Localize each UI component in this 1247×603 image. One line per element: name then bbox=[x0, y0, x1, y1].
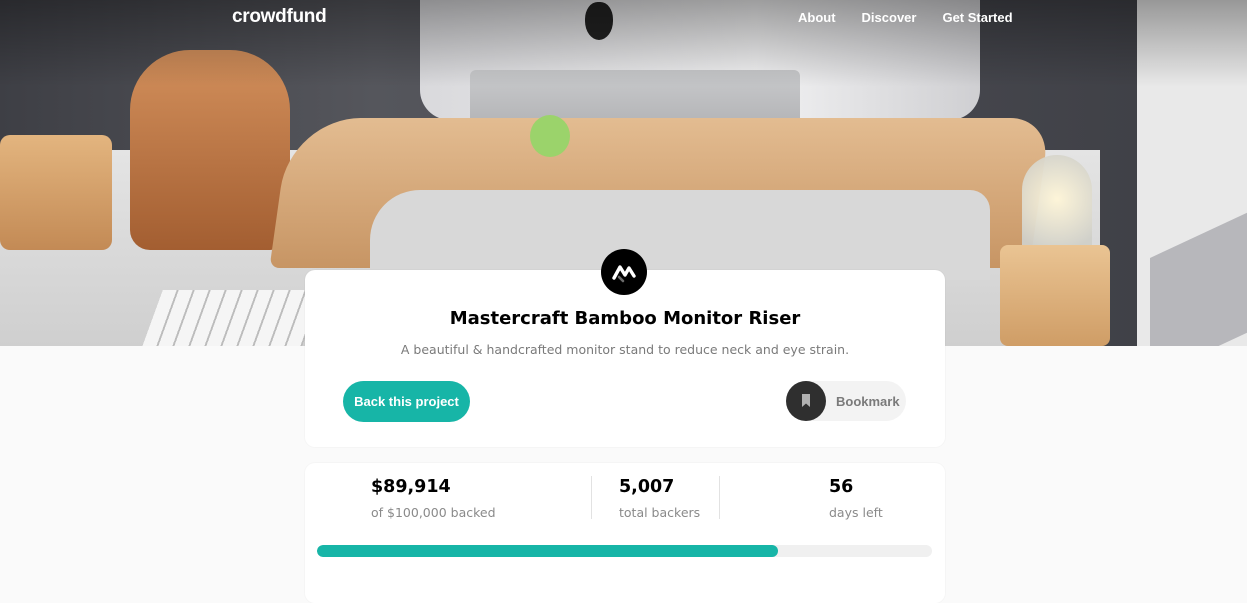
stat-backed-label: of $100,000 backed bbox=[371, 505, 496, 520]
project-card: Mastercraft Bamboo Monitor Riser A beaut… bbox=[305, 270, 945, 447]
project-title: Mastercraft Bamboo Monitor Riser bbox=[449, 308, 801, 329]
nav-link-about[interactable]: About bbox=[798, 10, 836, 25]
progress-bar bbox=[317, 545, 932, 557]
bookmark-label: Bookmark bbox=[836, 393, 900, 409]
progress-fill bbox=[317, 545, 779, 557]
nav-link-discover[interactable]: Discover bbox=[862, 10, 917, 25]
stat-divider bbox=[719, 476, 720, 519]
stat-days-label: days left bbox=[829, 505, 883, 520]
project-logo bbox=[601, 249, 647, 295]
bookmark-icon bbox=[802, 394, 810, 407]
stat-backers-value: 5,007 bbox=[619, 477, 675, 497]
bookmark-icon-circle bbox=[786, 381, 826, 421]
stat-backers: 5,007 total backers bbox=[619, 477, 700, 520]
stat-backed-value: $89,914 bbox=[371, 477, 451, 497]
stat-days: 56 days left bbox=[829, 477, 883, 520]
project-subtitle: A beautiful & handcrafted monitor stand … bbox=[400, 342, 850, 357]
site-logo[interactable]: crowdfund bbox=[232, 6, 327, 28]
back-project-button[interactable]: Back this project bbox=[343, 381, 470, 422]
stat-days-value: 56 bbox=[829, 477, 854, 497]
top-nav: About Discover Get Started bbox=[798, 10, 1013, 25]
bookmark-button[interactable]: Bookmark bbox=[786, 381, 906, 421]
mastercraft-logo-icon bbox=[612, 265, 636, 283]
stat-divider bbox=[591, 476, 592, 519]
nav-link-get-started[interactable]: Get Started bbox=[942, 10, 1012, 25]
stat-backed: $89,914 of $100,000 backed bbox=[371, 477, 496, 520]
stat-backers-label: total backers bbox=[619, 505, 701, 520]
stats-card: $89,914 of $100,000 backed 5,007 total b… bbox=[305, 463, 945, 603]
